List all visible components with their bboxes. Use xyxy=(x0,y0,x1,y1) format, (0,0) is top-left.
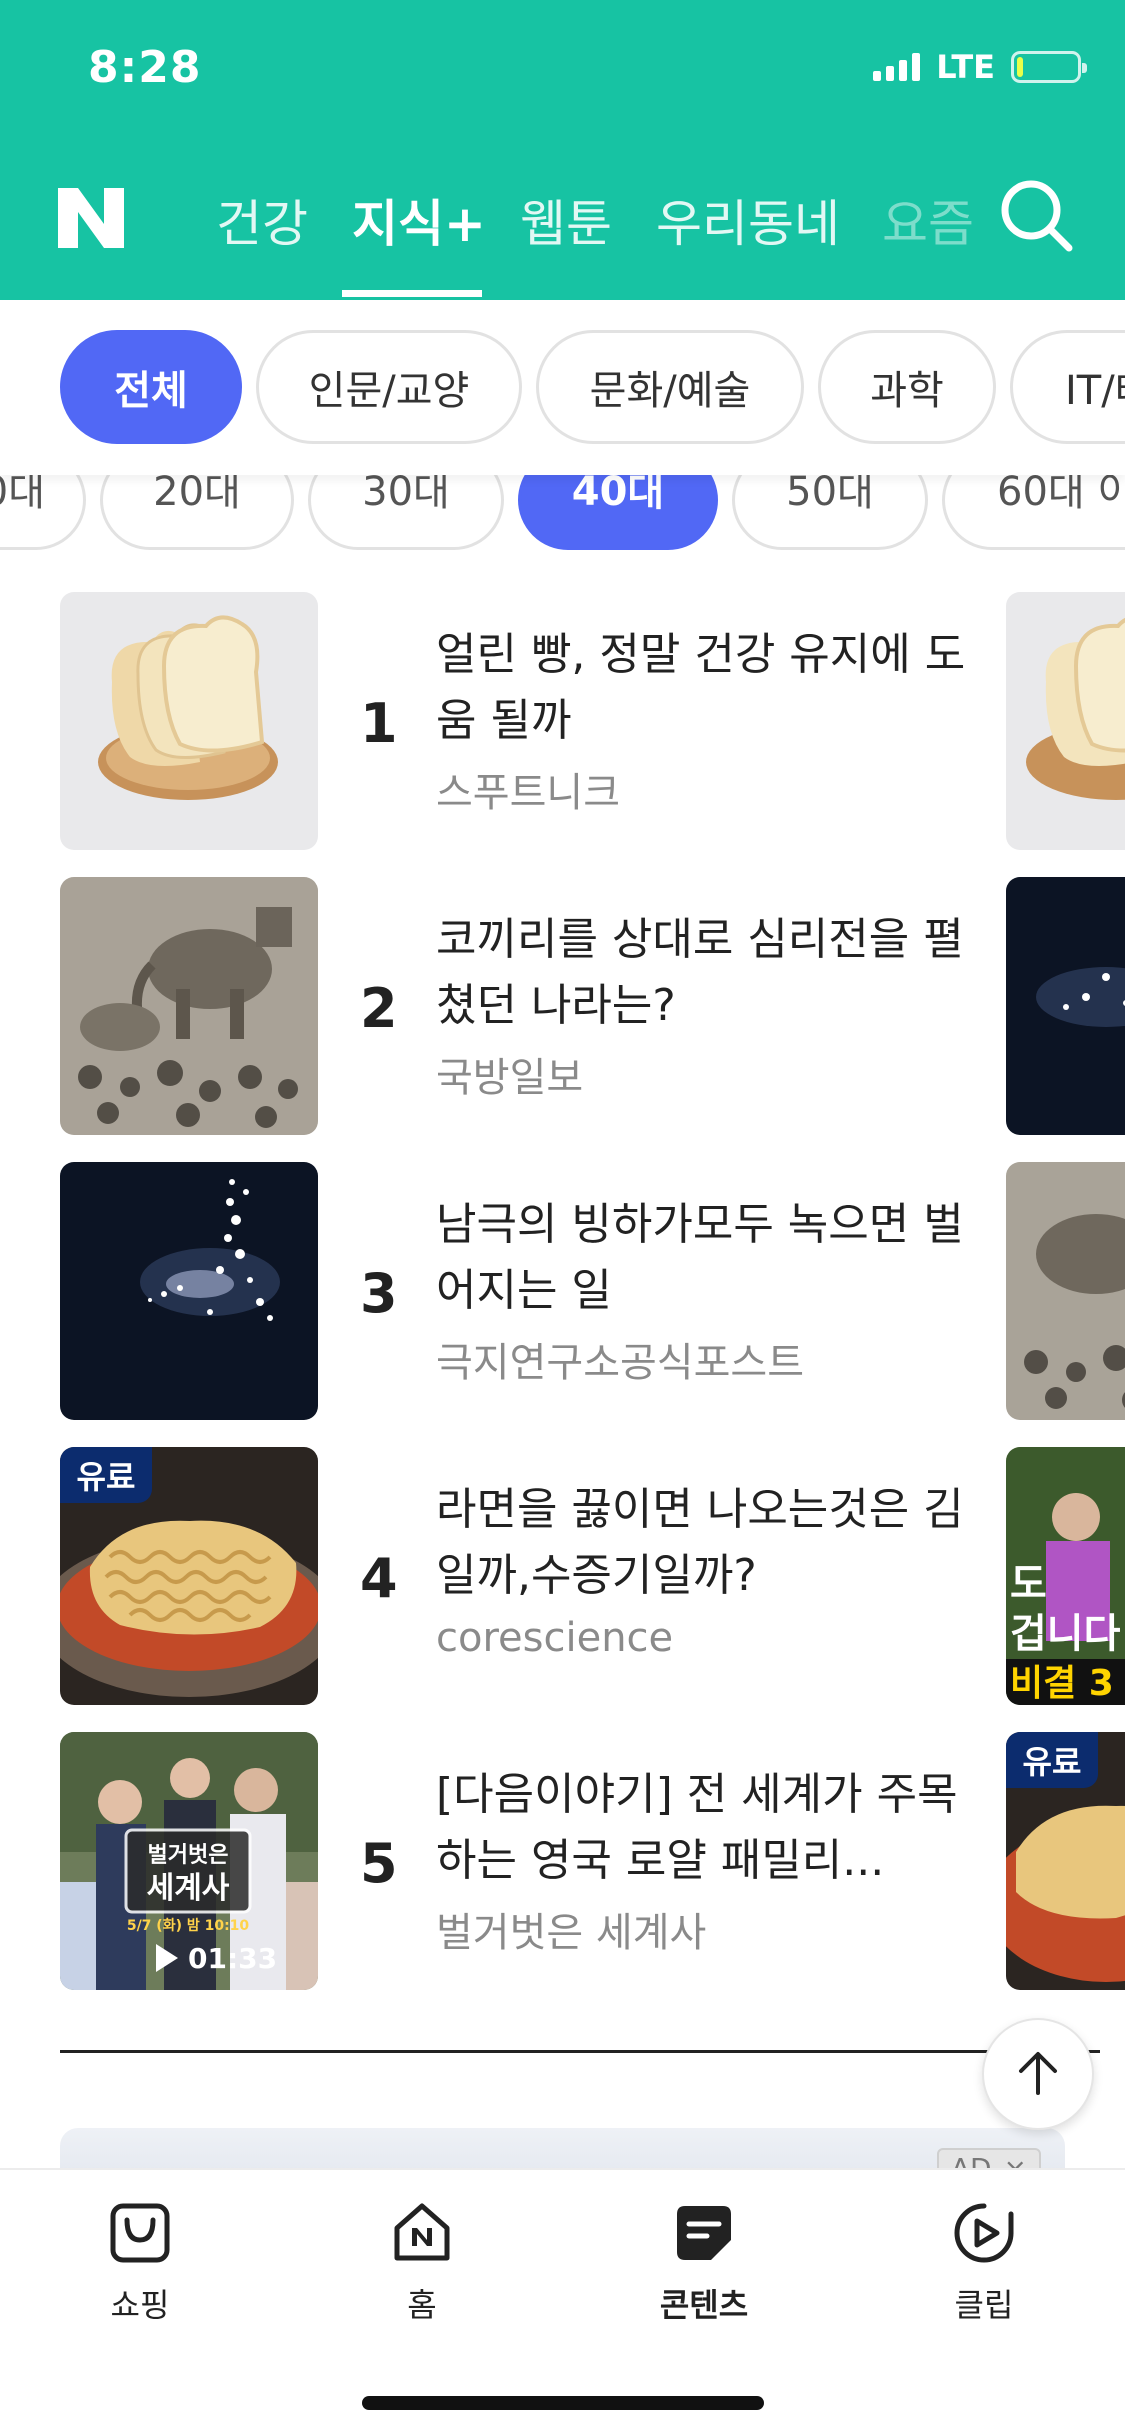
nav-label: 홈 xyxy=(407,2286,437,2324)
chip-it-tech[interactable]: IT/테크 xyxy=(1010,330,1125,444)
status-time: 8:28 xyxy=(88,42,202,93)
article-title[interactable]: 코끼리를 상대로 심리전을 펼쳤던 나라는? xyxy=(436,907,976,1039)
arrow-up-icon xyxy=(1019,2052,1057,2095)
next-page-thumbnail-4[interactable]: 도 겁니다 비결 3 xyxy=(1006,1447,1125,1705)
thumb-air-date: 5/7 (화) 밤 10:10 xyxy=(127,1918,250,1934)
nav-home[interactable]: 홈 xyxy=(342,2200,502,2326)
article-title[interactable]: 라면을 끓이면 나오는것은 김일까,수증기일까? xyxy=(436,1477,976,1609)
ranked-article-3[interactable]: 3 남극의 빙하가모두 녹으면 벌어지는 일 극지연구소공식포스트 xyxy=(60,1162,964,1420)
age-chip-40s[interactable]: 40대 xyxy=(518,470,718,550)
chip-science[interactable]: 과학 xyxy=(818,330,996,444)
thumb-overlay-text-1: 도 xyxy=(1010,1561,1047,1607)
ranked-article-4[interactable]: 유료 4 라면을 끓이면 나오는것은 김일까,수증기일까? corescienc… xyxy=(60,1447,964,1705)
chip-humanities[interactable]: 인문/교양 xyxy=(256,330,522,444)
article-source: corescience xyxy=(436,1615,674,1661)
next-page-thumbnail-1[interactable] xyxy=(1006,592,1125,850)
article-title[interactable]: [다음이야기] 전 세계가 주목하는 영국 로얄 패밀리... xyxy=(436,1762,976,1894)
next-page-thumbnail-3[interactable] xyxy=(1006,1162,1125,1420)
home-icon xyxy=(394,2203,450,2261)
tab-health[interactable]: 건강 xyxy=(216,184,308,256)
paid-badge: 유료 xyxy=(60,1447,152,1503)
thumb-overlay-text-2: 겁니다 xyxy=(1010,1611,1121,1657)
article-title[interactable]: 얼린 빵, 정말 건강 유지에 도움 될까 xyxy=(436,622,976,754)
age-chip-10s[interactable]: 10대 xyxy=(0,470,86,550)
naver-logo[interactable] xyxy=(58,188,124,248)
article-thumbnail[interactable]: 유료 xyxy=(60,1447,318,1705)
article-title[interactable]: 남극의 빙하가모두 녹으면 벌어지는 일 xyxy=(436,1192,976,1324)
ranked-article-1[interactable]: 1 얼린 빵, 정말 건강 유지에 도움 될까 스푸트니크 xyxy=(60,592,965,850)
nav-shopping[interactable]: 쇼핑 xyxy=(60,2200,220,2326)
contents-icon xyxy=(677,2206,731,2260)
next-page-thumbnail-2[interactable] xyxy=(1006,877,1125,1135)
age-filter-bar: 10대 20대 30대 40대 50대 60대 이상 xyxy=(0,470,1125,570)
top-tab-bar: 건강 지식+ 웹툰 우리동네 요즘 xyxy=(190,170,990,300)
nav-label: 클립 xyxy=(954,2286,1014,2324)
tab-neighborhood[interactable]: 우리동네 xyxy=(656,184,840,256)
article-source: 극지연구소공식포스트 xyxy=(436,1340,804,1386)
home-indicator xyxy=(362,2396,764,2410)
status-indicators: LTE xyxy=(873,48,1087,86)
age-chip-20s[interactable]: 20대 xyxy=(100,470,294,550)
section-divider xyxy=(60,2050,1100,2053)
thumb-show-title-line2: 세계사 xyxy=(147,1871,230,1906)
article-source: 국방일보 xyxy=(436,1055,584,1101)
age-chip-30s[interactable]: 30대 xyxy=(308,470,504,550)
ranked-article-2[interactable]: 2 코끼리를 상대로 심리전을 펼쳤던 나라는? 국방일보 xyxy=(60,877,964,1135)
nav-label: 쇼핑 xyxy=(110,2286,170,2324)
shopping-bag-icon xyxy=(110,2203,170,2263)
rank-number: 5 xyxy=(360,1832,398,1895)
video-duration: 01:33 xyxy=(188,1942,277,1975)
thumb-overlay-text-3: 비결 3 xyxy=(1010,1663,1114,1704)
thumb-show-title-line1: 벌거벗은 xyxy=(148,1843,229,1868)
paid-badge: 유료 xyxy=(1006,1732,1098,1788)
video-thumbnail[interactable]: 벌거벗은 세계사 5/7 (화) 밤 10:10 01:33 xyxy=(60,1732,318,1990)
signal-icon xyxy=(873,53,921,81)
article-source: 스푸트니크 xyxy=(436,770,620,816)
tab-trending[interactable]: 요즘 xyxy=(882,184,974,256)
chip-all[interactable]: 전체 xyxy=(60,330,242,444)
category-chip-bar: 전체 인문/교양 문화/예술 과학 IT/테크 xyxy=(0,300,1125,475)
rank-number: 4 xyxy=(360,1547,398,1610)
article-thumbnail[interactable] xyxy=(60,877,318,1135)
scroll-to-top-button[interactable] xyxy=(982,2018,1094,2130)
tab-knowledge-plus[interactable]: 지식+ xyxy=(352,184,486,256)
app-header: 8:28 LTE 건강 지식+ 웹툰 우리동네 요즘 xyxy=(0,0,1125,300)
nav-contents[interactable]: 콘텐츠 xyxy=(624,2200,784,2326)
nav-clip[interactable]: 클립 xyxy=(904,2200,1064,2326)
next-page-thumbnail-5[interactable]: 유료 xyxy=(1006,1732,1125,1990)
clip-play-icon xyxy=(954,2203,1014,2263)
ranked-article-5[interactable]: 벌거벗은 세계사 5/7 (화) 밤 10:10 01:33 5 [다음이야기]… xyxy=(60,1732,960,1990)
age-chip-50s[interactable]: 50대 xyxy=(732,470,928,550)
network-type: LTE xyxy=(936,48,995,86)
article-thumbnail[interactable] xyxy=(60,1162,318,1420)
search-icon[interactable] xyxy=(999,178,1075,254)
battery-icon xyxy=(1011,51,1087,83)
nav-label: 콘텐츠 xyxy=(659,2286,749,2324)
tab-webtoon[interactable]: 웹툰 xyxy=(520,184,612,256)
article-thumbnail[interactable] xyxy=(60,592,318,850)
rank-number: 1 xyxy=(360,692,398,755)
age-chip-60s-plus[interactable]: 60대 이상 xyxy=(942,470,1125,550)
active-tab-indicator xyxy=(342,290,482,297)
chip-culture-art[interactable]: 문화/예술 xyxy=(536,330,804,444)
article-source: 벌거벗은 세계사 xyxy=(436,1910,707,1956)
rank-number: 3 xyxy=(360,1262,398,1325)
rank-number: 2 xyxy=(360,977,398,1040)
